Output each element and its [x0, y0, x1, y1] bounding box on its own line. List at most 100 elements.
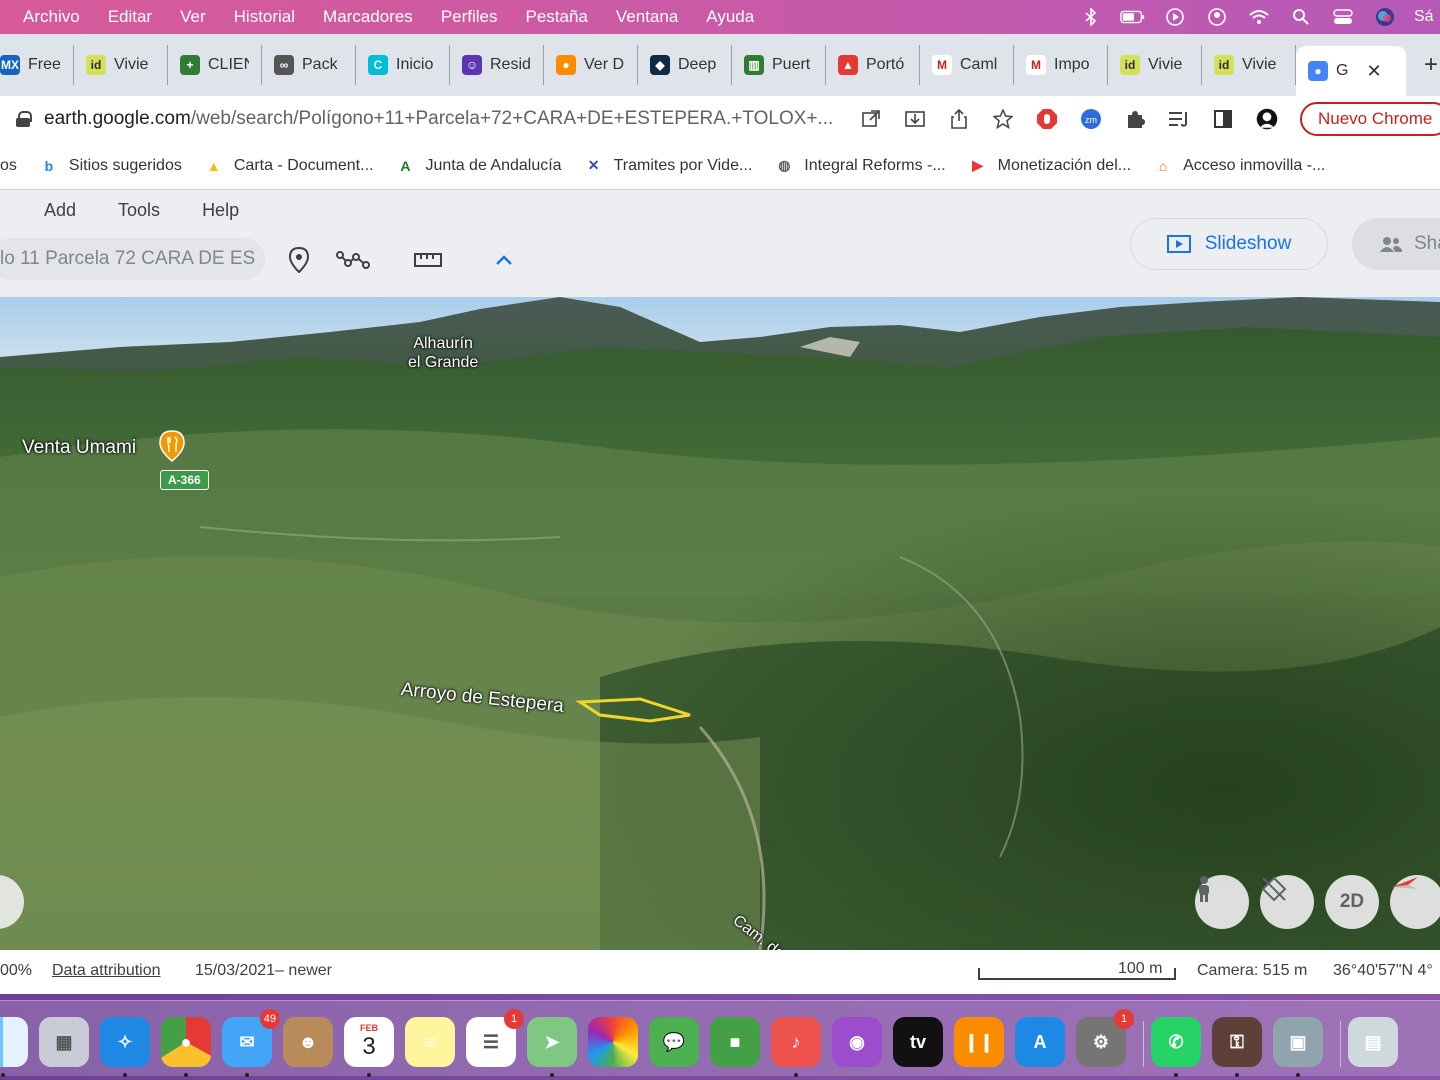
close-tab-icon[interactable]: ✕	[1366, 61, 1381, 82]
dock-running-indicator	[794, 1073, 798, 1077]
bookmark-item[interactable]: A Junta de Andalucía	[384, 156, 572, 176]
tilt-reset-icon[interactable]	[1260, 875, 1314, 929]
browser-tab[interactable]: id Vivie	[1202, 45, 1296, 85]
dock-keychain-icon[interactable]: ⚿	[1212, 1017, 1262, 1067]
dock-photos-icon[interactable]	[588, 1017, 638, 1067]
dock-launchpad-icon[interactable]: ▦	[39, 1017, 89, 1067]
browser-tab[interactable]: id Vivie	[74, 45, 168, 85]
collapse-chevron-up-icon[interactable]	[490, 246, 518, 274]
wifi-icon[interactable]	[1246, 7, 1272, 27]
dock-apple-tv-icon[interactable]: tv	[893, 1017, 943, 1067]
dock-safari-icon[interactable]: ✧	[100, 1017, 150, 1067]
browser-tab[interactable]: + CLIEN	[168, 45, 262, 85]
menu-ver[interactable]: Ver	[166, 7, 220, 27]
dock-contacts-icon[interactable]: ☻	[283, 1017, 333, 1067]
browser-tab[interactable]: ◆ Deep	[638, 45, 732, 85]
dock-app-store-icon[interactable]: A	[1015, 1017, 1065, 1067]
install-app-icon[interactable]	[904, 108, 926, 130]
share-button[interactable]: Sha	[1352, 218, 1440, 270]
draw-path-icon[interactable]	[336, 246, 370, 274]
spotlight-search-icon[interactable]	[1288, 7, 1314, 27]
menu-archivo[interactable]: Archivo	[0, 7, 94, 27]
earth-menu-add[interactable]: Add	[0, 200, 97, 221]
side-panel-icon[interactable]	[1212, 108, 1234, 130]
pegman-icon[interactable]	[1195, 875, 1249, 929]
compass-icon[interactable]	[1390, 875, 1440, 929]
bookmark-item[interactable]: ✕ Tramites por Vide...	[573, 156, 764, 176]
macos-dock: ▦ ✧ ● ✉ 49 ☻ FEB 3 ≡ ☰ 1 ➤ 💬 ■ ♪ ◉ tv ❙❙ A ⚙ 1 ✆ ⚿ ▣ ▤	[0, 994, 1440, 1080]
dock-system-preferences-icon[interactable]: ⚙ 1	[1076, 1009, 1134, 1067]
bookmark-item[interactable]: ◍ Integral Reforms -...	[763, 156, 956, 176]
dock-whatsapp-icon[interactable]: ✆	[1151, 1017, 1201, 1067]
menu-pestana[interactable]: Pestaña	[512, 7, 602, 27]
share-icon[interactable]	[948, 108, 970, 130]
bluetooth-icon[interactable]	[1078, 7, 1104, 27]
bookmark-item[interactable]: ▶ Monetización del...	[957, 156, 1142, 176]
restaurant-pin-icon[interactable]	[159, 430, 185, 462]
measure-ruler-icon[interactable]	[414, 246, 442, 274]
bookmark-item[interactable]: ▲ Carta - Document...	[193, 156, 385, 176]
browser-tab[interactable]: ● Ver D	[544, 45, 638, 85]
browser-tab[interactable]: ● G ✕	[1296, 46, 1406, 96]
dock-facetime-icon[interactable]: ■	[710, 1017, 760, 1067]
browser-tab[interactable]: id Vivie	[1108, 45, 1202, 85]
menu-marcadores[interactable]: Marcadores	[309, 7, 427, 27]
earth-menu-tools[interactable]: Tools	[97, 200, 181, 221]
bookmark-item[interactable]: os	[0, 157, 28, 175]
menu-ayuda[interactable]: Ayuda	[692, 7, 768, 27]
play-icon[interactable]	[1162, 7, 1188, 27]
adblock-extension-icon[interactable]	[1036, 108, 1058, 130]
browser-tab[interactable]: MX Free	[0, 45, 74, 85]
open-external-icon[interactable]	[860, 108, 882, 130]
menu-ventana[interactable]: Ventana	[602, 7, 692, 27]
battery-icon[interactable]	[1120, 7, 1146, 27]
browser-tab[interactable]: C Inicio	[356, 45, 450, 85]
menu-historial[interactable]: Historial	[220, 7, 309, 27]
browser-tab[interactable]: ☺ Resid	[450, 45, 544, 85]
user-name[interactable]: Sá	[1414, 7, 1440, 27]
data-attribution-link[interactable]: Data attribution	[52, 962, 161, 980]
browser-tab[interactable]: M Caml	[920, 45, 1014, 85]
placemark-pin-icon[interactable]	[285, 246, 313, 274]
dock-messages-icon[interactable]: 💬	[649, 1017, 699, 1067]
bookmark-item[interactable]: b Sitios sugeridos	[28, 156, 193, 176]
earth-menu-help[interactable]: Help	[181, 200, 260, 221]
menu-editar[interactable]: Editar	[94, 7, 166, 27]
poi-label[interactable]: Venta Umami	[22, 437, 136, 459]
dock-reminders-icon[interactable]: ☰ 1	[466, 1009, 524, 1067]
dock-preview-icon[interactable]: ▣	[1273, 1017, 1323, 1067]
dock-running-indicator	[123, 1073, 127, 1077]
browser-tab[interactable]: ∞ Pack	[262, 45, 356, 85]
bookmark-star-icon[interactable]	[992, 108, 1014, 130]
dock-chrome-icon[interactable]: ●	[161, 1017, 211, 1067]
dock-notes-icon[interactable]: ≡	[405, 1017, 455, 1067]
dock-podcasts-icon[interactable]: ◉	[832, 1017, 882, 1067]
earth-search-input[interactable]: lo 11 Parcela 72 CARA DE ES	[0, 238, 265, 280]
browser-tab[interactable]: ▥ Puert	[732, 45, 826, 85]
user-circle-icon[interactable]	[1204, 7, 1230, 27]
reading-list-icon[interactable]	[1168, 108, 1190, 130]
dock-books-icon[interactable]: ❙❙	[954, 1017, 1004, 1067]
view-2d-button[interactable]: 2D	[1325, 875, 1379, 929]
dock-maps-icon[interactable]: ➤	[527, 1017, 577, 1067]
slideshow-button[interactable]: Slideshow	[1130, 218, 1328, 270]
dock-mail-icon[interactable]: ✉ 49	[222, 1009, 280, 1067]
bing-icon: b	[44, 157, 54, 174]
bookmark-item[interactable]: ⌂ Acceso inmovilla -...	[1142, 156, 1336, 176]
siri-icon[interactable]	[1372, 7, 1398, 27]
dock-music-icon[interactable]: ♪	[771, 1017, 821, 1067]
new-tab-plus-icon[interactable]: +	[1424, 51, 1438, 79]
dock-screenshot-icon[interactable]: ▤	[1348, 1017, 1398, 1067]
extensions-puzzle-icon[interactable]	[1124, 108, 1146, 130]
browser-tab[interactable]: M Impo	[1014, 45, 1108, 85]
zoom-extension-icon[interactable]: zm	[1080, 108, 1102, 130]
new-chrome-button[interactable]: Nuevo Chrome	[1300, 102, 1440, 136]
profile-avatar[interactable]	[1256, 108, 1278, 130]
dock-finder-icon[interactable]	[0, 1017, 28, 1067]
browser-tab[interactable]: ▲ Portó	[826, 45, 920, 85]
earth-3d-map-view[interactable]: Alhaurín el Grande Venta Umami A-366 Arr…	[0, 297, 1440, 950]
dock-calendar-icon[interactable]: FEB 3	[344, 1017, 394, 1067]
menu-perfiles[interactable]: Perfiles	[427, 7, 512, 27]
lock-icon[interactable]	[16, 111, 32, 127]
control-center-icon[interactable]	[1330, 7, 1356, 27]
